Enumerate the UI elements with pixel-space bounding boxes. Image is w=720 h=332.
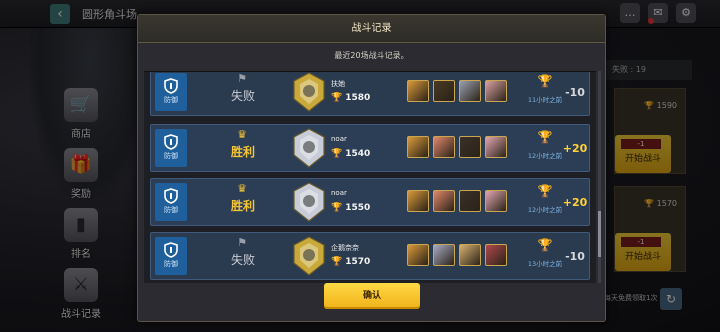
hero-portrait[interactable] bbox=[433, 136, 455, 158]
hero-portrait[interactable] bbox=[485, 80, 507, 102]
flag-icon: ⚑ bbox=[237, 236, 247, 249]
defense-tag: 防御 bbox=[155, 237, 187, 275]
hero-portrait[interactable] bbox=[459, 136, 481, 158]
crown-icon: ♛ bbox=[237, 182, 247, 195]
hero-portrait[interactable] bbox=[459, 244, 481, 266]
defense-label: 防御 bbox=[164, 260, 178, 268]
hero-portrait[interactable] bbox=[485, 136, 507, 158]
hero-portrait[interactable] bbox=[459, 190, 481, 212]
opponent-name: 企鹅奈奈 bbox=[331, 244, 359, 252]
score-delta: +20 bbox=[562, 196, 588, 209]
opponent-name: 扶她 bbox=[331, 80, 345, 88]
hero-portrait[interactable] bbox=[459, 80, 481, 102]
crown-icon: ♛ bbox=[237, 128, 247, 141]
defense-tag: 防御 bbox=[155, 73, 187, 111]
score-delta: +20 bbox=[562, 142, 588, 155]
rank-badge-icon bbox=[293, 128, 325, 168]
modal-header: 战斗记录 bbox=[138, 15, 605, 43]
opponent-name: noar bbox=[331, 189, 347, 197]
battle-result: 失败 bbox=[230, 89, 255, 103]
shield-icon bbox=[164, 242, 178, 258]
defense-label: 防御 bbox=[164, 152, 178, 160]
table-row[interactable]: 防御 ♛ 胜利 noar 🏆 1540 🏆 12小时之前 +20 bbox=[150, 124, 590, 172]
hero-portrait[interactable] bbox=[433, 244, 455, 266]
trophy-icon: 🏆 bbox=[331, 149, 343, 159]
hero-lineup bbox=[407, 80, 507, 102]
scroll-thumb[interactable] bbox=[598, 211, 601, 257]
hero-portrait[interactable] bbox=[433, 80, 455, 102]
opponent-score: 🏆 1570 bbox=[331, 257, 371, 267]
hero-portrait[interactable] bbox=[407, 190, 429, 212]
flag-icon: ⚑ bbox=[237, 72, 247, 85]
score-delta: -10 bbox=[565, 86, 585, 99]
rank-badge-icon bbox=[293, 236, 325, 276]
rank-badge-icon bbox=[293, 72, 325, 112]
opponent-name: noar bbox=[331, 135, 347, 143]
defense-label: 防御 bbox=[164, 96, 178, 104]
hero-portrait[interactable] bbox=[407, 80, 429, 102]
defense-tag: 防御 bbox=[155, 129, 187, 167]
confirm-button[interactable]: 确认 bbox=[324, 283, 420, 309]
hero-portrait[interactable] bbox=[433, 190, 455, 212]
shield-icon bbox=[164, 134, 178, 150]
modal-subtitle: 最近20场战斗记录。 bbox=[334, 51, 409, 60]
battle-result: 胜利 bbox=[230, 199, 255, 213]
trophy-icon: 🏆 bbox=[331, 203, 343, 213]
rank-badge-icon bbox=[293, 182, 325, 222]
battle-result: 失败 bbox=[230, 253, 255, 267]
hero-lineup bbox=[407, 136, 507, 158]
defense-tag: 防御 bbox=[155, 183, 187, 221]
hero-lineup bbox=[407, 190, 507, 212]
hero-lineup bbox=[407, 244, 507, 266]
battle-result: 胜利 bbox=[230, 145, 255, 159]
shield-icon bbox=[164, 188, 178, 204]
modal-title: 战斗记录 bbox=[351, 23, 392, 34]
shield-icon bbox=[164, 78, 178, 94]
battle-log-modal: 战斗记录 最近20场战斗记录。 防御 ⚑ 失败 扶她 🏆 1580 🏆 11小时… bbox=[137, 14, 606, 322]
battle-record-list[interactable]: 防御 ⚑ 失败 扶她 🏆 1580 🏆 11小时之前 -10 防御 ♛ 胜利 n… bbox=[144, 71, 596, 283]
table-row[interactable]: 防御 ⚑ 失败 企鹅奈奈 🏆 1570 🏆 13小时之前 -10 bbox=[150, 232, 590, 280]
hero-portrait[interactable] bbox=[485, 244, 507, 266]
table-row[interactable]: 防御 ♛ 胜利 noar 🏆 1550 🏆 12小时之前 +20 bbox=[150, 178, 590, 226]
opponent-score: 🏆 1540 bbox=[331, 149, 371, 159]
trophy-icon: 🏆 bbox=[331, 93, 343, 103]
defense-label: 防御 bbox=[164, 206, 178, 214]
scrollbar[interactable] bbox=[598, 71, 601, 283]
trophy-icon: 🏆 bbox=[331, 257, 343, 267]
hero-portrait[interactable] bbox=[407, 244, 429, 266]
table-row[interactable]: 防御 ⚑ 失败 扶她 🏆 1580 🏆 11小时之前 -10 bbox=[150, 72, 590, 116]
hero-portrait[interactable] bbox=[407, 136, 429, 158]
score-delta: -10 bbox=[565, 250, 585, 263]
hero-portrait[interactable] bbox=[485, 190, 507, 212]
opponent-score: 🏆 1580 bbox=[331, 93, 371, 103]
opponent-score: 🏆 1550 bbox=[331, 203, 371, 213]
